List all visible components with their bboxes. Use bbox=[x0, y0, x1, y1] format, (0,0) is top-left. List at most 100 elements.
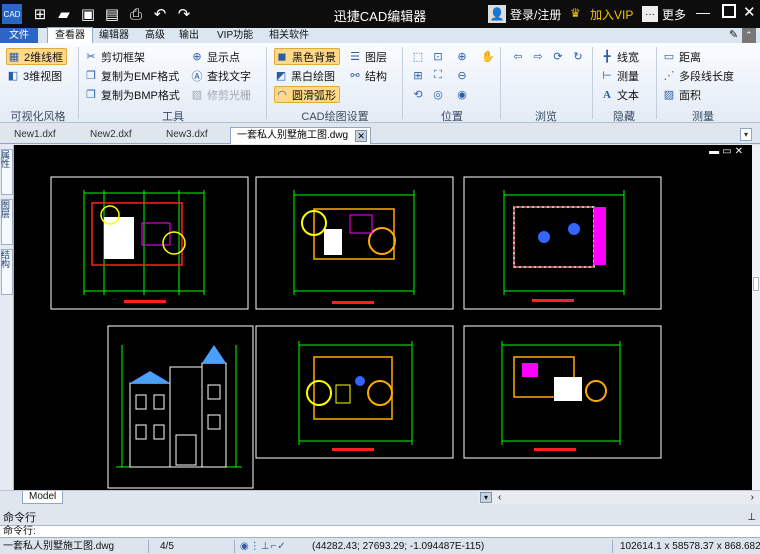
app-logo-icon[interactable]: CAD bbox=[2, 4, 22, 24]
find-text-icon: Ⓐ bbox=[191, 70, 203, 83]
polyline-icon: ⋰ bbox=[663, 70, 675, 82]
command-prompt: 命令行: bbox=[3, 526, 36, 537]
undo-icon[interactable]: ↶ bbox=[150, 4, 170, 24]
tab-related-software[interactable]: 相关软件 bbox=[262, 28, 316, 43]
minimize-button[interactable]: — bbox=[696, 4, 710, 20]
structure-icon: ⚯ bbox=[350, 70, 360, 82]
login-link[interactable]: 登录/注册 bbox=[510, 6, 561, 23]
save-icon[interactable]: ▣ bbox=[78, 4, 98, 24]
trim-raster-button[interactable]: ▧ 修剪光栅 bbox=[190, 86, 251, 103]
crosshair-icon: ⊕ bbox=[192, 51, 202, 63]
scroll-left-icon[interactable]: ‹ bbox=[498, 491, 501, 504]
tab-file[interactable]: 文件 bbox=[0, 28, 38, 43]
crown-icon: ♛ bbox=[570, 6, 581, 20]
arrow-left-icon[interactable]: ⇦ bbox=[510, 48, 526, 64]
ribbon-collapse-icon[interactable]: ⌃ bbox=[742, 28, 756, 43]
area-button[interactable]: ▨ 面积 bbox=[662, 86, 701, 103]
vertical-scrollbar[interactable] bbox=[752, 145, 760, 490]
pan-hand-icon[interactable]: ✋ bbox=[480, 48, 496, 64]
bw-drawing-button[interactable]: ◩ 黑白绘图 bbox=[274, 67, 335, 84]
zoom-out-icon[interactable]: ⊖ bbox=[454, 67, 470, 83]
refresh-icon[interactable]: ⟳ bbox=[550, 48, 566, 64]
close-tab-icon[interactable]: ✕ bbox=[355, 130, 368, 142]
group-label-measure: 测量 bbox=[692, 111, 714, 123]
scroll-right-icon[interactable]: › bbox=[751, 491, 754, 504]
tab-vip[interactable]: VIP功能 bbox=[210, 28, 260, 43]
line-width-button[interactable]: ╋ 线宽 bbox=[600, 48, 639, 65]
distance-button[interactable]: ▭ 距离 bbox=[662, 48, 701, 65]
status-file-name: 一套私人别墅施工图.dwg bbox=[3, 541, 115, 552]
more-icon[interactable]: ··· bbox=[642, 6, 658, 22]
zoom-previous-icon[interactable]: ⟲ bbox=[410, 86, 426, 102]
floor-plan-3 bbox=[503, 190, 625, 302]
tab-viewer[interactable]: 查看器 bbox=[47, 27, 93, 43]
tab-list-dropdown-icon[interactable]: ▾ bbox=[740, 128, 753, 141]
copy-bmp-button[interactable]: ❐ 复制为BMP格式 bbox=[84, 86, 180, 103]
user-icon[interactable]: 👤 bbox=[488, 5, 506, 23]
tab-advanced[interactable]: 高级 bbox=[138, 28, 172, 43]
close-button[interactable]: ✕ bbox=[743, 3, 756, 21]
clip-frame-button[interactable]: ✂ 剪切框架 bbox=[84, 48, 145, 65]
3d-view-button[interactable]: ◧ 3维视图 bbox=[6, 67, 62, 84]
floor-plan-4 bbox=[298, 341, 413, 451]
join-vip-link[interactable]: 加入VIP bbox=[590, 6, 633, 23]
new-file-icon[interactable]: ⊞ bbox=[30, 4, 50, 24]
save-as-icon[interactable]: ▤ bbox=[102, 4, 122, 24]
chevron-down-icon[interactable]: ▾ bbox=[480, 492, 492, 503]
command-panel-title: 命令行 bbox=[3, 512, 36, 524]
group-label-visual: 可视化风格 bbox=[10, 111, 66, 123]
more-link[interactable]: 更多 bbox=[662, 6, 686, 23]
doc-tab-new2[interactable]: New2.dxf bbox=[84, 127, 138, 144]
smooth-arcs-button[interactable]: ◠ 圆滑弧形 bbox=[274, 86, 340, 103]
zoom-window-icon[interactable]: ⬚ bbox=[410, 48, 426, 64]
command-line[interactable]: 命令行: bbox=[0, 525, 760, 537]
group-label-tools: 工具 bbox=[162, 111, 184, 123]
fit-view-icon[interactable]: ⊞ bbox=[410, 67, 426, 83]
copy-emf-button[interactable]: ❐ 复制为EMF格式 bbox=[84, 67, 179, 84]
side-tab-structure[interactable]: 结构 bbox=[0, 249, 13, 295]
wireframe-icon: ▦ bbox=[8, 51, 20, 63]
viewport-window-controls[interactable]: ▬▭✕ bbox=[709, 146, 746, 157]
black-background-button[interactable]: ◼ 黑色背景 bbox=[274, 48, 340, 65]
side-tab-properties[interactable]: 属性 bbox=[0, 149, 13, 195]
arrow-right-icon[interactable]: ⇨ bbox=[530, 48, 546, 64]
zoom-extents-icon[interactable]: ⛶ bbox=[430, 67, 446, 83]
zoom-real-icon[interactable]: ◎ bbox=[430, 86, 446, 102]
horizontal-scrollbar[interactable]: ▾ ‹ › bbox=[478, 490, 760, 504]
polyline-length-button[interactable]: ⋰ 多段线长度 bbox=[662, 67, 735, 84]
print-icon[interactable]: ⎙ bbox=[126, 4, 146, 24]
find-text-button[interactable]: Ⓐ 查找文字 bbox=[190, 67, 252, 84]
doc-tab-villa[interactable]: 一套私人别墅施工图.dwg ✕ bbox=[230, 127, 372, 144]
2d-wireframe-button[interactable]: ▦ 2维线框 bbox=[6, 48, 68, 65]
arc-icon: ◠ bbox=[277, 89, 287, 101]
maximize-button[interactable] bbox=[722, 4, 736, 18]
document-tab-bar: New1.dxf New2.dxf New3.dxf 一套私人别墅施工图.dwg… bbox=[0, 125, 760, 144]
drawing-canvas[interactable]: ▬▭✕ bbox=[14, 145, 752, 490]
zoom-in-icon[interactable]: ⊕ bbox=[454, 48, 470, 64]
zoom-rect-icon[interactable]: ⊡ bbox=[430, 48, 446, 64]
model-tab[interactable]: Model bbox=[22, 491, 64, 504]
group-label-position: 位置 bbox=[441, 111, 463, 123]
redo-icon[interactable]: ↷ bbox=[174, 4, 194, 24]
ribbon-panel: ▦ 2维线框 ◧ 3维视图 可视化风格 ✂ 剪切框架 ❐ 复制为EMF格式 ❐ 复制为BM… bbox=[0, 43, 760, 123]
snap-toggle-icons[interactable]: ◉⋮⊥⌐✓ bbox=[240, 540, 287, 553]
zoom-options-icon[interactable]: ◉ bbox=[454, 86, 470, 102]
layers-button[interactable]: ☰ 图层 bbox=[348, 48, 387, 65]
side-tab-layers[interactable]: 图层 bbox=[0, 199, 13, 245]
background-icon: ◼ bbox=[277, 51, 287, 63]
dimension-button[interactable]: ⊢ 测量 bbox=[600, 67, 639, 84]
front-elevation bbox=[116, 345, 242, 468]
show-points-button[interactable]: ⊕ 显示点 bbox=[190, 48, 240, 65]
vertical-scroll-thumb[interactable] bbox=[753, 277, 759, 291]
line-width-icon: ╋ bbox=[603, 51, 611, 63]
tab-output[interactable]: 输出 bbox=[172, 28, 206, 43]
doc-tab-new3[interactable]: New3.dxf bbox=[160, 127, 214, 144]
tab-editor[interactable]: 编辑器 bbox=[92, 28, 136, 43]
open-folder-icon[interactable]: ▰ bbox=[54, 4, 74, 24]
pin-icon[interactable]: ⊥ bbox=[747, 511, 756, 525]
doc-tab-new1[interactable]: New1.dxf bbox=[8, 127, 62, 144]
sheet-frame bbox=[255, 176, 454, 310]
rotate-icon[interactable]: ↻ bbox=[570, 48, 586, 64]
structure-button[interactable]: ⚯ 结构 bbox=[348, 67, 387, 84]
text-button[interactable]: A 文本 bbox=[600, 86, 639, 103]
